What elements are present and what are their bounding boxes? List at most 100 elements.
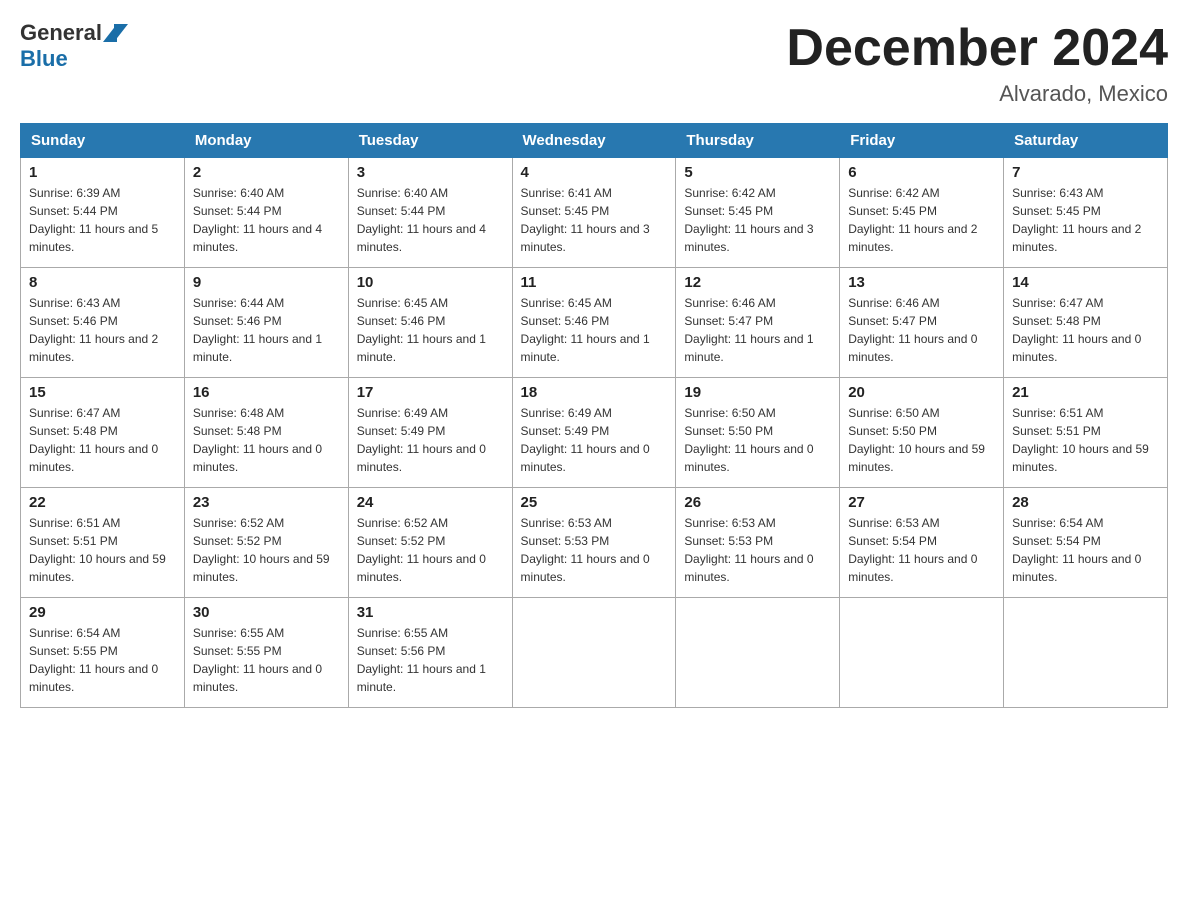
day-cell-4: 4 Sunrise: 6:41 AMSunset: 5:45 PMDayligh… (512, 158, 676, 268)
day-cell-9: 9 Sunrise: 6:44 AMSunset: 5:46 PMDayligh… (184, 268, 348, 378)
col-thursday: Thursday (676, 124, 840, 158)
day-info: Sunrise: 6:51 AMSunset: 5:51 PMDaylight:… (29, 516, 166, 584)
day-info: Sunrise: 6:47 AMSunset: 5:48 PMDaylight:… (29, 406, 158, 474)
day-cell-13: 13 Sunrise: 6:46 AMSunset: 5:47 PMDaylig… (840, 268, 1004, 378)
day-cell-10: 10 Sunrise: 6:45 AMSunset: 5:46 PMDaylig… (348, 268, 512, 378)
day-info: Sunrise: 6:45 AMSunset: 5:46 PMDaylight:… (521, 296, 650, 364)
logo-text-general: General (20, 20, 102, 46)
day-number: 4 (521, 164, 668, 181)
day-cell-19: 19 Sunrise: 6:50 AMSunset: 5:50 PMDaylig… (676, 378, 840, 488)
day-number: 6 (848, 164, 995, 181)
day-info: Sunrise: 6:40 AMSunset: 5:44 PMDaylight:… (357, 186, 486, 254)
day-number: 1 (29, 164, 176, 181)
day-number: 7 (1012, 164, 1159, 181)
calendar-subtitle: Alvarado, Mexico (786, 81, 1168, 107)
day-number: 16 (193, 384, 340, 401)
day-cell-28: 28 Sunrise: 6:54 AMSunset: 5:54 PMDaylig… (1004, 488, 1168, 598)
empty-cell-w4-d5 (840, 598, 1004, 708)
day-number: 26 (684, 494, 831, 511)
day-number: 31 (357, 604, 504, 621)
day-cell-7: 7 Sunrise: 6:43 AMSunset: 5:45 PMDayligh… (1004, 158, 1168, 268)
calendar-title: December 2024 (786, 20, 1168, 77)
day-cell-29: 29 Sunrise: 6:54 AMSunset: 5:55 PMDaylig… (21, 598, 185, 708)
day-info: Sunrise: 6:49 AMSunset: 5:49 PMDaylight:… (521, 406, 650, 474)
day-number: 29 (29, 604, 176, 621)
day-info: Sunrise: 6:51 AMSunset: 5:51 PMDaylight:… (1012, 406, 1149, 474)
day-info: Sunrise: 6:47 AMSunset: 5:48 PMDaylight:… (1012, 296, 1141, 364)
day-cell-30: 30 Sunrise: 6:55 AMSunset: 5:55 PMDaylig… (184, 598, 348, 708)
page-header: General Blue December 2024 Alvarado, Mex… (20, 20, 1168, 107)
day-cell-2: 2 Sunrise: 6:40 AMSunset: 5:44 PMDayligh… (184, 158, 348, 268)
day-number: 24 (357, 494, 504, 511)
day-number: 25 (521, 494, 668, 511)
day-info: Sunrise: 6:44 AMSunset: 5:46 PMDaylight:… (193, 296, 322, 364)
day-cell-21: 21 Sunrise: 6:51 AMSunset: 5:51 PMDaylig… (1004, 378, 1168, 488)
day-info: Sunrise: 6:43 AMSunset: 5:46 PMDaylight:… (29, 296, 158, 364)
day-info: Sunrise: 6:48 AMSunset: 5:48 PMDaylight:… (193, 406, 322, 474)
title-area: December 2024 Alvarado, Mexico (786, 20, 1168, 107)
day-info: Sunrise: 6:49 AMSunset: 5:49 PMDaylight:… (357, 406, 486, 474)
week-row-1: 1 Sunrise: 6:39 AMSunset: 5:44 PMDayligh… (21, 158, 1168, 268)
logo: General Blue (20, 20, 128, 72)
week-row-5: 29 Sunrise: 6:54 AMSunset: 5:55 PMDaylig… (21, 598, 1168, 708)
day-info: Sunrise: 6:45 AMSunset: 5:46 PMDaylight:… (357, 296, 486, 364)
day-info: Sunrise: 6:54 AMSunset: 5:54 PMDaylight:… (1012, 516, 1141, 584)
day-info: Sunrise: 6:50 AMSunset: 5:50 PMDaylight:… (848, 406, 985, 474)
day-info: Sunrise: 6:46 AMSunset: 5:47 PMDaylight:… (684, 296, 813, 364)
day-cell-23: 23 Sunrise: 6:52 AMSunset: 5:52 PMDaylig… (184, 488, 348, 598)
col-monday: Monday (184, 124, 348, 158)
day-cell-31: 31 Sunrise: 6:55 AMSunset: 5:56 PMDaylig… (348, 598, 512, 708)
day-info: Sunrise: 6:43 AMSunset: 5:45 PMDaylight:… (1012, 186, 1141, 254)
day-number: 15 (29, 384, 176, 401)
day-cell-3: 3 Sunrise: 6:40 AMSunset: 5:44 PMDayligh… (348, 158, 512, 268)
day-info: Sunrise: 6:52 AMSunset: 5:52 PMDaylight:… (193, 516, 330, 584)
day-cell-26: 26 Sunrise: 6:53 AMSunset: 5:53 PMDaylig… (676, 488, 840, 598)
header-row: Sunday Monday Tuesday Wednesday Thursday… (21, 124, 1168, 158)
calendar-table: Sunday Monday Tuesday Wednesday Thursday… (20, 123, 1168, 708)
day-info: Sunrise: 6:53 AMSunset: 5:54 PMDaylight:… (848, 516, 977, 584)
day-cell-17: 17 Sunrise: 6:49 AMSunset: 5:49 PMDaylig… (348, 378, 512, 488)
day-number: 21 (1012, 384, 1159, 401)
day-info: Sunrise: 6:42 AMSunset: 5:45 PMDaylight:… (848, 186, 977, 254)
day-cell-12: 12 Sunrise: 6:46 AMSunset: 5:47 PMDaylig… (676, 268, 840, 378)
col-friday: Friday (840, 124, 1004, 158)
week-row-4: 22 Sunrise: 6:51 AMSunset: 5:51 PMDaylig… (21, 488, 1168, 598)
day-number: 27 (848, 494, 995, 511)
day-cell-16: 16 Sunrise: 6:48 AMSunset: 5:48 PMDaylig… (184, 378, 348, 488)
day-number: 20 (848, 384, 995, 401)
day-cell-27: 27 Sunrise: 6:53 AMSunset: 5:54 PMDaylig… (840, 488, 1004, 598)
day-cell-18: 18 Sunrise: 6:49 AMSunset: 5:49 PMDaylig… (512, 378, 676, 488)
week-row-3: 15 Sunrise: 6:47 AMSunset: 5:48 PMDaylig… (21, 378, 1168, 488)
day-number: 30 (193, 604, 340, 621)
col-tuesday: Tuesday (348, 124, 512, 158)
day-number: 9 (193, 274, 340, 291)
day-cell-20: 20 Sunrise: 6:50 AMSunset: 5:50 PMDaylig… (840, 378, 1004, 488)
day-number: 22 (29, 494, 176, 511)
day-number: 18 (521, 384, 668, 401)
day-number: 8 (29, 274, 176, 291)
empty-cell-w4-d6 (1004, 598, 1168, 708)
col-sunday: Sunday (21, 124, 185, 158)
day-number: 3 (357, 164, 504, 181)
day-number: 23 (193, 494, 340, 511)
day-cell-11: 11 Sunrise: 6:45 AMSunset: 5:46 PMDaylig… (512, 268, 676, 378)
day-info: Sunrise: 6:50 AMSunset: 5:50 PMDaylight:… (684, 406, 813, 474)
empty-cell-w4-d3 (512, 598, 676, 708)
day-number: 12 (684, 274, 831, 291)
day-number: 10 (357, 274, 504, 291)
col-wednesday: Wednesday (512, 124, 676, 158)
day-cell-24: 24 Sunrise: 6:52 AMSunset: 5:52 PMDaylig… (348, 488, 512, 598)
day-number: 17 (357, 384, 504, 401)
day-info: Sunrise: 6:42 AMSunset: 5:45 PMDaylight:… (684, 186, 813, 254)
day-number: 13 (848, 274, 995, 291)
day-number: 14 (1012, 274, 1159, 291)
day-info: Sunrise: 6:39 AMSunset: 5:44 PMDaylight:… (29, 186, 158, 254)
day-number: 28 (1012, 494, 1159, 511)
day-cell-1: 1 Sunrise: 6:39 AMSunset: 5:44 PMDayligh… (21, 158, 185, 268)
day-number: 5 (684, 164, 831, 181)
day-info: Sunrise: 6:55 AMSunset: 5:56 PMDaylight:… (357, 626, 486, 694)
day-cell-22: 22 Sunrise: 6:51 AMSunset: 5:51 PMDaylig… (21, 488, 185, 598)
day-info: Sunrise: 6:54 AMSunset: 5:55 PMDaylight:… (29, 626, 158, 694)
day-cell-5: 5 Sunrise: 6:42 AMSunset: 5:45 PMDayligh… (676, 158, 840, 268)
day-info: Sunrise: 6:52 AMSunset: 5:52 PMDaylight:… (357, 516, 486, 584)
